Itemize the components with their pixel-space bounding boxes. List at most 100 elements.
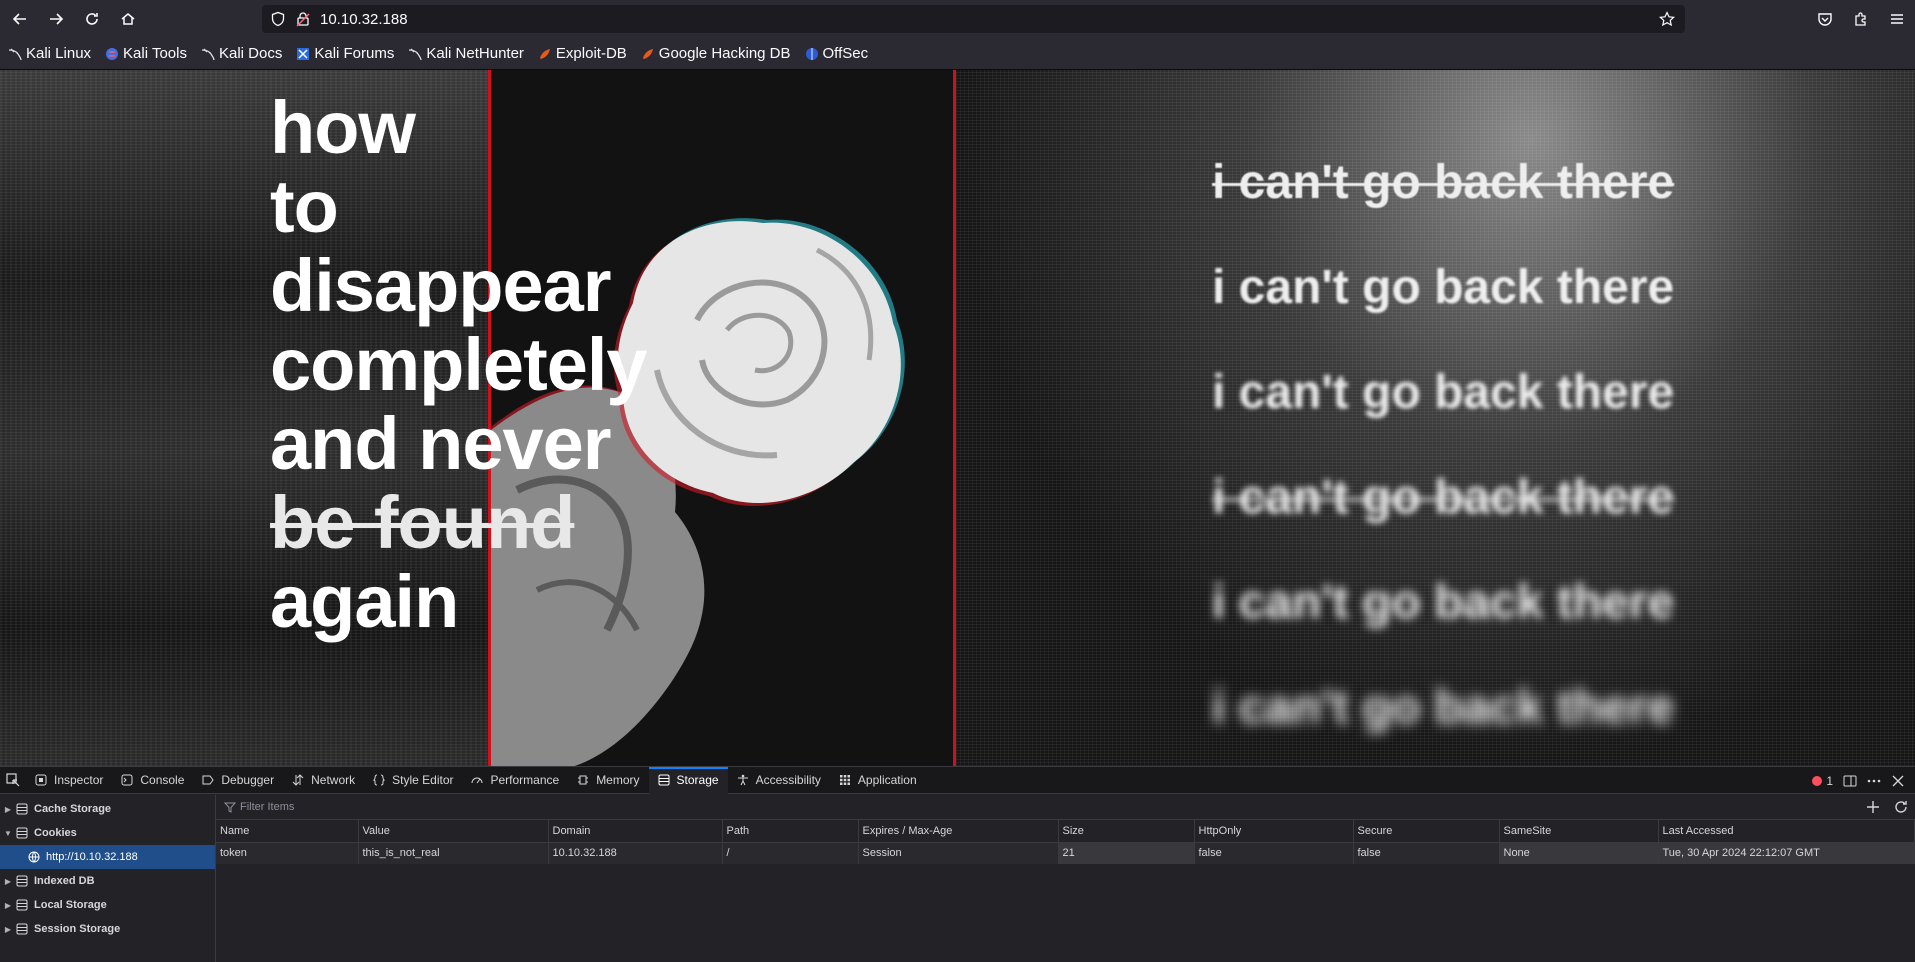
column-header[interactable]: SameSite	[1499, 820, 1659, 843]
home-icon	[121, 13, 135, 25]
expand-arrow-icon[interactable]: ▶	[0, 901, 16, 910]
column-header[interactable]: Name	[216, 820, 359, 843]
url-bar[interactable]: 10.10.32.188	[262, 5, 1685, 33]
app-menu-button[interactable]	[1879, 0, 1915, 38]
kali-tools-icon	[105, 47, 119, 61]
bookmark-kali-nethunter[interactable]: Kali NetHunter	[408, 45, 524, 62]
bookmark-kali-linux[interactable]: Kali Linux	[8, 45, 91, 62]
cookie-secure-cell[interactable]: false	[1353, 842, 1500, 864]
forward-button[interactable]	[38, 0, 74, 38]
pocket-button[interactable]	[1807, 0, 1843, 38]
inspector-icon	[35, 774, 47, 786]
kali-dragon-icon	[8, 47, 22, 61]
refresh-icon	[1895, 801, 1907, 813]
globe-icon	[28, 851, 40, 863]
expand-arrow-icon[interactable]: ▶	[0, 925, 16, 934]
puzzle-icon	[1855, 12, 1866, 26]
tree-item-indexed-db[interactable]: ▶ Indexed DB	[0, 869, 215, 893]
console-icon	[121, 774, 133, 786]
filter-bar: Filter Items	[216, 795, 1915, 820]
tree-item-cookies[interactable]: ▼ Cookies	[0, 821, 215, 845]
repeated-phrase: i can't go back there	[1212, 471, 1675, 524]
tab-inspector[interactable]: Inspector	[26, 767, 112, 794]
tab-storage[interactable]: Storage	[648, 766, 728, 794]
column-header[interactable]: Path	[722, 820, 859, 843]
database-icon	[16, 875, 28, 887]
tab-application[interactable]: Application	[830, 767, 926, 794]
storage-panel: ▶ Cache Storage ▼ Cookies http://10.10.32.…	[0, 795, 1915, 962]
column-header[interactable]: Domain	[548, 820, 723, 843]
expand-arrow-icon[interactable]: ▶	[0, 877, 16, 886]
tab-performance[interactable]: Performance	[462, 767, 568, 794]
column-header[interactable]: HttpOnly	[1194, 820, 1354, 843]
poem-line: how	[270, 86, 416, 169]
bookmark-exploit-db[interactable]: Exploit-DB	[538, 45, 627, 62]
tree-item-session-storage[interactable]: ▶ Session Storage	[0, 917, 215, 941]
cookie-last-accessed-cell[interactable]: Tue, 30 Apr 2024 22:12:07 GMT	[1658, 842, 1915, 864]
refresh-items-button[interactable]	[1893, 799, 1909, 815]
cookie-httponly-cell[interactable]: false	[1194, 842, 1354, 864]
poem-line: and never	[270, 402, 612, 485]
url-text[interactable]: 10.10.32.188	[320, 11, 408, 28]
bookmark-star-icon[interactable]	[1659, 11, 1675, 27]
bookmark-offsec[interactable]: OffSec	[805, 45, 868, 62]
poem-line: to	[270, 165, 339, 248]
tracking-protection-shield-icon[interactable]	[270, 11, 286, 27]
reload-button[interactable]	[74, 0, 110, 38]
extensions-button[interactable]	[1843, 0, 1879, 38]
cookie-expires-cell[interactable]: Session	[858, 842, 1059, 864]
dock-options-button[interactable]	[1843, 774, 1857, 788]
cookie-size-cell[interactable]: 21	[1058, 842, 1195, 864]
kali-dragon-icon	[408, 47, 423, 61]
arrow-right-icon	[50, 13, 64, 25]
bookmark-kali-forums[interactable]: Kali Forums	[296, 45, 394, 62]
tab-network[interactable]: Network	[283, 767, 364, 794]
add-item-button[interactable]	[1865, 799, 1881, 815]
tab-console[interactable]: Console	[112, 767, 193, 794]
collapse-arrow-icon[interactable]: ▼	[0, 829, 16, 838]
element-picker-button[interactable]	[0, 767, 26, 794]
bookmark-google-hacking-db[interactable]: Google Hacking DB	[641, 45, 791, 62]
tree-item-cookie-host[interactable]: http://10.10.32.188	[0, 845, 215, 869]
insecure-lock-icon[interactable]	[296, 11, 310, 27]
home-button[interactable]	[110, 0, 146, 38]
cookie-name-cell[interactable]: token	[216, 842, 359, 864]
bookmark-kali-tools[interactable]: Kali Tools	[105, 45, 187, 62]
cookie-domain-cell[interactable]: 10.10.32.188	[548, 842, 723, 864]
network-icon	[292, 774, 304, 786]
style-editor-icon	[373, 774, 386, 786]
tree-item-cache-storage[interactable]: ▶ Cache Storage	[0, 797, 215, 821]
database-icon	[16, 803, 28, 815]
bookmark-kali-docs[interactable]: Kali Docs	[201, 45, 282, 62]
tab-debugger[interactable]: Debugger	[193, 767, 283, 794]
column-header[interactable]: Last Accessed	[1658, 820, 1915, 843]
column-header[interactable]: Expires / Max-Age	[858, 820, 1059, 843]
exploit-db-icon	[641, 47, 655, 61]
tab-memory[interactable]: Memory	[568, 767, 648, 794]
table-row[interactable]: token this_is_not_real 10.10.32.188 / Se…	[216, 842, 1915, 864]
arrow-left-icon	[12, 13, 26, 25]
repeated-phrase-list: i can't go back there i can't go back th…	[1212, 130, 1674, 760]
tab-accessibility[interactable]: Accessibility	[728, 767, 830, 794]
close-devtools-button[interactable]	[1891, 774, 1905, 788]
repeated-phrase: i can't go back there	[1212, 576, 1675, 629]
debugger-icon	[202, 774, 215, 786]
error-count-badge[interactable]: 1	[1812, 774, 1833, 788]
filter-input[interactable]: Filter Items	[240, 801, 294, 813]
column-header[interactable]: Size	[1058, 820, 1195, 843]
cookie-value-cell[interactable]: this_is_not_real	[358, 842, 549, 864]
reload-icon	[86, 13, 98, 25]
offsec-icon	[805, 47, 819, 61]
back-button[interactable]	[2, 0, 38, 38]
more-options-button[interactable]	[1867, 774, 1881, 788]
storage-icon	[658, 774, 670, 786]
column-header[interactable]: Value	[358, 820, 549, 843]
expand-arrow-icon[interactable]: ▶	[0, 805, 16, 814]
column-header[interactable]: Secure	[1353, 820, 1500, 843]
plus-icon	[1867, 801, 1879, 813]
cookie-path-cell[interactable]: /	[722, 842, 859, 864]
tab-style-editor[interactable]: Style Editor	[364, 767, 462, 794]
tree-item-local-storage[interactable]: ▶ Local Storage	[0, 893, 215, 917]
page-viewport: how to disappear completely and never be…	[0, 70, 1915, 766]
cookie-samesite-cell[interactable]: None	[1499, 842, 1659, 864]
